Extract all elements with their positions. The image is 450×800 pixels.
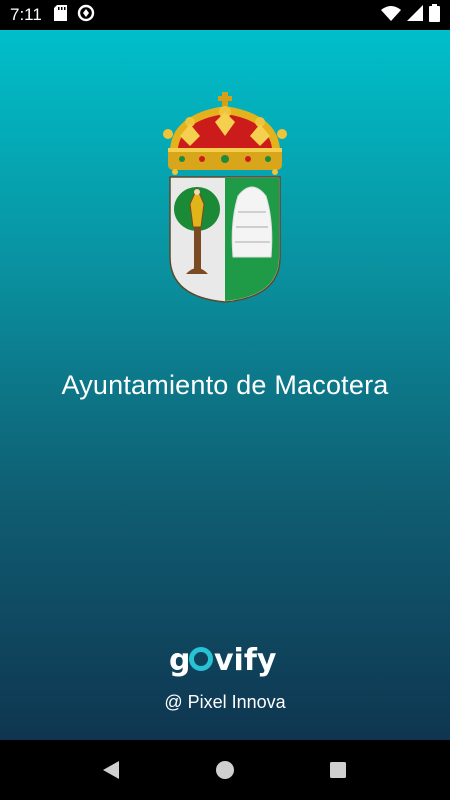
status-bar: 7:11 [0,0,450,30]
back-button[interactable] [99,758,123,782]
recents-button[interactable] [326,758,350,782]
cell-signal-icon [407,4,423,26]
navigation-bar [0,740,450,800]
home-icon [216,761,234,779]
status-time: 7:11 [10,5,42,24]
coat-of-arms-logo [163,92,287,303]
home-button[interactable] [213,758,237,782]
splash-screen: Ayuntamiento de Macotera g vify @ Pixel … [0,30,450,740]
phone-screen: 7:11 Ayuntamiento de Macotera g vify @ P… [0,0,450,800]
battery-icon [429,3,440,27]
app-title: Ayuntamiento de Macotera [61,370,389,400]
govify-logo: g vify [0,638,450,682]
svg-text:vify: vify [214,643,277,678]
recents-icon [330,762,346,778]
wifi-icon [381,5,401,26]
svg-text:g: g [169,643,190,678]
sd-card-icon [53,4,67,26]
back-icon [103,761,119,779]
data-saver-icon [77,4,95,27]
developer-credit: @ Pixel Innova [164,692,286,712]
